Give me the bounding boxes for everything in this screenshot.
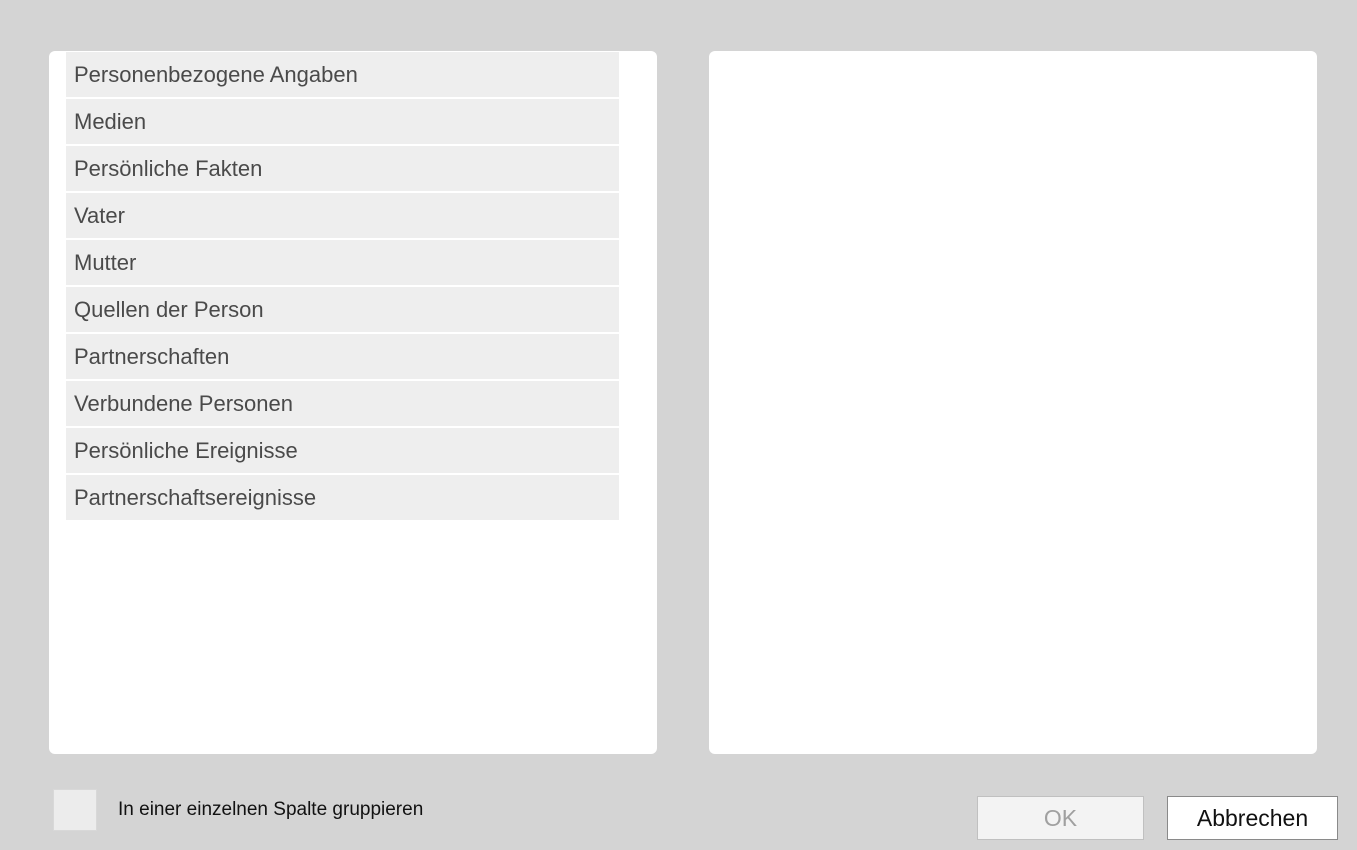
available-items-list: Personenbezogene Angaben Medien Persönli… — [66, 52, 619, 522]
cancel-button[interactable]: Abbrechen — [1167, 796, 1338, 840]
group-single-column-checkbox[interactable] — [53, 789, 97, 831]
selected-items-panel[interactable] — [709, 51, 1317, 754]
list-item[interactable]: Quellen der Person — [66, 287, 619, 332]
list-item[interactable]: Partnerschaftsereignisse — [66, 475, 619, 520]
list-item[interactable]: Vater — [66, 193, 619, 238]
list-item[interactable]: Verbundene Personen — [66, 381, 619, 426]
group-single-column-option: In einer einzelnen Spalte gruppieren — [53, 789, 423, 831]
list-item[interactable]: Medien — [66, 99, 619, 144]
list-item[interactable]: Personenbezogene Angaben — [66, 52, 619, 97]
group-single-column-label: In einer einzelnen Spalte gruppieren — [118, 799, 424, 820]
available-items-panel: Personenbezogene Angaben Medien Persönli… — [49, 51, 657, 754]
list-item[interactable]: Partnerschaften — [66, 334, 619, 379]
list-item[interactable]: Mutter — [66, 240, 619, 285]
list-item[interactable]: Persönliche Ereignisse — [66, 428, 619, 473]
list-item[interactable]: Persönliche Fakten — [66, 146, 619, 191]
ok-button[interactable]: OK — [977, 796, 1144, 840]
